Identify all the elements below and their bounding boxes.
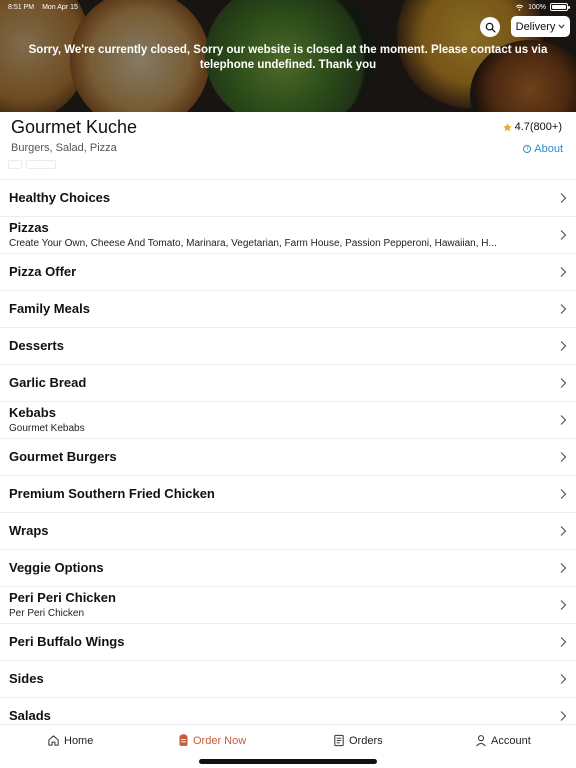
nav-orders[interactable]: Orders (333, 734, 383, 747)
chevron-right-icon (560, 230, 567, 240)
category-subtitle: Per Peri Chicken (9, 608, 85, 619)
nav-account-label: Account (491, 734, 531, 747)
battery-percent: 100% (528, 3, 546, 11)
category-row[interactable]: Premium Southern Fried Chicken (0, 475, 576, 512)
person-icon (476, 735, 486, 747)
category-subtitle: Gourmet Kebabs (9, 423, 85, 434)
category-row[interactable]: Peri Peri Chicken Per Peri Chicken (0, 586, 576, 623)
nav-account[interactable]: Account (475, 734, 531, 747)
delivery-mode-label: Delivery (515, 20, 556, 33)
category-title: Family Meals (9, 301, 90, 316)
star-icon (502, 122, 512, 131)
search-button[interactable] (480, 17, 500, 37)
chevron-down-icon (558, 24, 565, 29)
restaurant-cuisines: Burgers, Salad, Pizza (11, 142, 117, 154)
chevron-right-icon (560, 341, 567, 351)
category-title: Garlic Bread (9, 375, 87, 390)
home-icon (48, 735, 59, 746)
order-icon (179, 734, 188, 746)
status-time: 8:51 PM (8, 3, 35, 11)
receipt-icon (334, 734, 344, 747)
battery-fill (552, 5, 566, 9)
about-label: About (534, 143, 563, 155)
category-row[interactable]: Kebabs Gourmet Kebabs (0, 401, 576, 438)
rating: 4.7(800+) (502, 121, 562, 133)
category-subtitle: Create Your Own, Cheese And Tomato, Mari… (9, 238, 497, 249)
category-row[interactable]: Gourmet Burgers (0, 438, 576, 475)
chevron-right-icon (560, 193, 567, 203)
category-list: Healthy Choices Pizzas Create Your Own, Ch… (0, 179, 576, 734)
category-title: Salads (9, 708, 51, 723)
search-icon (485, 22, 495, 32)
category-title: Healthy Choices (9, 190, 111, 205)
status-bar: 8:51 PM Mon Apr 15 100% (0, 0, 576, 14)
status-date: Mon Apr 15 (42, 3, 78, 11)
category-row[interactable]: Garlic Bread (0, 364, 576, 401)
category-title: Peri Peri Chicken (9, 590, 116, 605)
category-row[interactable]: Peri Buffalo Wings (0, 623, 576, 660)
chevron-right-icon (560, 600, 567, 610)
nav-orders-label: Orders (349, 734, 383, 747)
category-title: Peri Buffalo Wings (9, 634, 125, 649)
category-row[interactable]: Sides (0, 660, 576, 697)
closed-message: Sorry, We're currently closed, Sorry our… (28, 44, 548, 71)
category-title: Pizza Offer (9, 264, 77, 279)
category-row[interactable]: Pizzas Create Your Own, Cheese And Tomato… (0, 216, 576, 253)
chevron-right-icon (560, 415, 567, 425)
category-title: Premium Southern Fried Chicken (9, 486, 215, 501)
chevron-right-icon (560, 637, 567, 647)
nav-home-label: Home (64, 734, 94, 747)
category-row[interactable]: Pizza Offer (0, 253, 576, 290)
category-row[interactable]: Wraps (0, 512, 576, 549)
wifi-icon (515, 4, 524, 11)
category-row[interactable]: Desserts (0, 327, 576, 364)
chevron-right-icon (560, 489, 567, 499)
battery-icon (550, 3, 570, 11)
hero-banner: Sorry, We're currently closed, Sorry our… (0, 0, 576, 112)
chevron-right-icon (560, 267, 567, 277)
category-title: Kebabs (9, 405, 56, 420)
delivery-mode-select[interactable]: Delivery (511, 16, 570, 37)
chevron-right-icon (560, 378, 567, 388)
faded-tabs (8, 160, 56, 169)
info-icon: i (523, 145, 532, 153)
chevron-right-icon (560, 526, 567, 536)
restaurant-name: Gourmet Kuche (11, 117, 138, 137)
category-title: Veggie Options (9, 560, 104, 575)
category-row[interactable]: Family Meals (0, 290, 576, 327)
category-row[interactable]: Healthy Choices (0, 179, 576, 216)
nav-order-now[interactable]: Order Now (178, 734, 246, 747)
chevron-right-icon (560, 304, 567, 314)
nav-order-now-label: Order Now (193, 734, 247, 747)
category-title: Desserts (9, 338, 64, 353)
category-title: Pizzas (9, 220, 49, 235)
category-title: Wraps (9, 523, 49, 538)
chevron-right-icon (560, 563, 567, 573)
home-indicator[interactable] (199, 759, 377, 764)
about-link[interactable]: i About (523, 143, 563, 155)
category-title: Sides (9, 671, 44, 686)
rating-value: 4.7(800+) (514, 121, 562, 133)
category-row[interactable]: Veggie Options (0, 549, 576, 586)
category-title: Gourmet Burgers (9, 449, 117, 464)
chevron-right-icon (560, 452, 567, 462)
nav-home[interactable]: Home (47, 734, 93, 747)
chevron-right-icon (560, 711, 567, 721)
chevron-right-icon (560, 674, 567, 684)
